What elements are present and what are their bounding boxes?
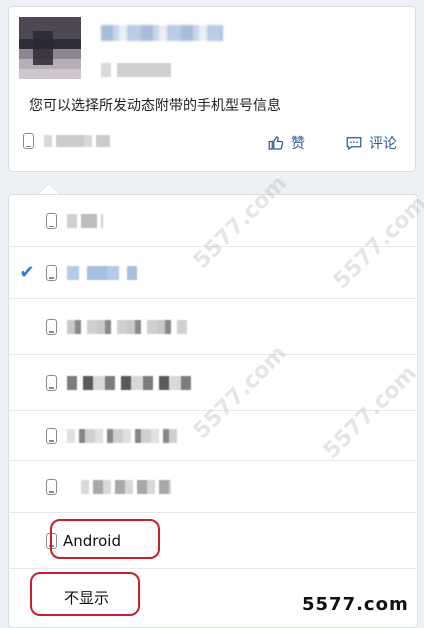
device-option[interactable] [8, 196, 418, 246]
device-option[interactable] [8, 460, 418, 512]
post-card: 您可以选择所发动态附带的手机型号信息 赞 评论 [8, 6, 416, 172]
username-blurred[interactable] [101, 25, 223, 41]
phone-icon [23, 133, 34, 149]
device-name-blurred [67, 428, 177, 443]
phone-icon [46, 478, 57, 495]
avatar[interactable] [19, 17, 81, 79]
phone-icon [46, 374, 57, 391]
device-name-blurred [67, 319, 187, 334]
post-meta-blurred [101, 63, 171, 77]
phone-icon [46, 318, 57, 335]
device-name-blurred [67, 265, 137, 280]
device-name-blurred [67, 214, 103, 228]
android-highlight [50, 519, 160, 559]
device-option[interactable] [8, 354, 418, 410]
like-button[interactable]: 赞 [267, 133, 305, 153]
comment-label: 评论 [369, 136, 397, 152]
comment-icon [346, 137, 362, 151]
device-option[interactable] [8, 298, 418, 354]
site-watermark: 5577.com [302, 594, 409, 615]
device-option[interactable] [8, 410, 418, 460]
phone-icon [46, 264, 57, 281]
device-name-blurred [67, 375, 197, 390]
device-option-selected[interactable]: ✔ [8, 246, 418, 298]
hide-highlight [30, 572, 140, 616]
post-text: 您可以选择所发动态附带的手机型号信息 [29, 98, 281, 114]
device-name-blurred [44, 135, 110, 147]
dropdown-caret [38, 183, 60, 194]
comment-button[interactable]: 评论 [345, 133, 397, 153]
like-label: 赞 [291, 136, 305, 152]
phone-icon [46, 427, 57, 444]
device-name-blurred [81, 479, 171, 494]
post-device-info[interactable] [23, 133, 110, 149]
thumbs-up-icon [268, 136, 284, 150]
phone-icon [46, 213, 57, 229]
check-icon: ✔ [19, 262, 35, 283]
